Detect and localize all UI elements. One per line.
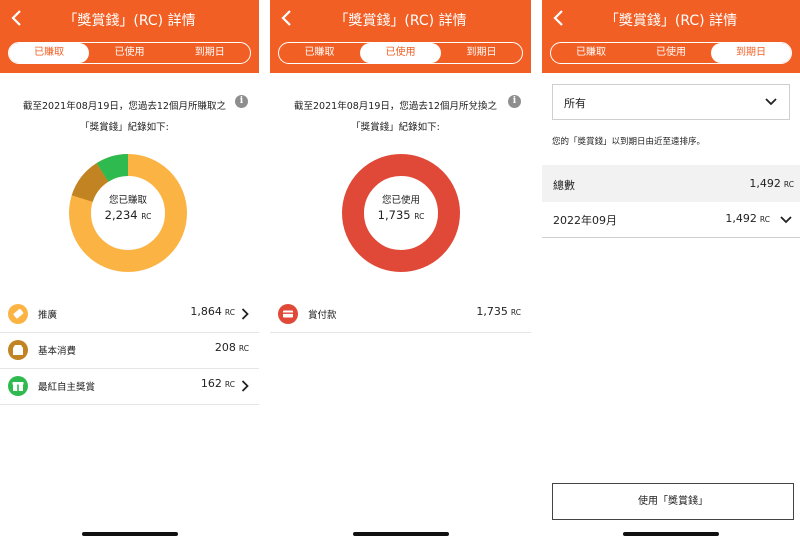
expiry-screen: 「獎賞錢」(RC) 詳情 已賺取 已使用 到期日 所有 您的「獎賞錢」以到期日由… — [542, 0, 800, 542]
donut-center-label: 您已使用 1,735 RC — [361, 194, 441, 224]
row-basic: 基本消費 208 RC — [0, 332, 259, 369]
donut-center-label: 您已賺取 2,234 RC — [88, 194, 168, 224]
donut-caption: 您已使用 — [381, 195, 420, 206]
tab-used[interactable]: 已使用 — [360, 43, 441, 63]
row-label: 賞付款 — [308, 310, 337, 321]
filter-value: 所有 — [564, 97, 586, 110]
chevron-right-icon[interactable] — [241, 380, 249, 392]
row-payment: 賞付款 1,735 RC — [270, 296, 531, 333]
tab-earned[interactable]: 已賺取 — [551, 43, 631, 63]
earned-screen: 「獎賞錢」(RC) 詳情 已賺取 已使用 到期日 截至2021年08月19日，您… — [0, 0, 259, 542]
row-unit: RC — [224, 380, 235, 389]
use-rc-button[interactable]: 使用「獎賞錢」 — [552, 483, 794, 520]
intro-text: 截至2021年08月19日，您過去12個月所兌換之 「獎賞錢」紀錄如下: — [290, 96, 501, 138]
tab-expiry[interactable]: 到期日 — [170, 43, 250, 63]
tab-earned[interactable]: 已賺取 — [9, 43, 90, 63]
chevron-right-icon[interactable] — [241, 308, 249, 320]
tab-bar: 已賺取 已使用 到期日 — [278, 42, 523, 64]
row-value: 162 — [200, 377, 222, 390]
total-label: 總數 — [553, 179, 575, 192]
row-unit: RC — [224, 308, 235, 317]
month-unit: RC — [759, 215, 770, 224]
intro-line-1: 截至2021年08月19日，您過去12個月所兌換之 — [294, 101, 497, 112]
chevron-down-icon[interactable] — [780, 216, 792, 224]
total-unit: RC — [783, 180, 794, 189]
row-promotion[interactable]: 推廣 1,864 RC — [0, 296, 259, 333]
intro-line-1: 截至2021年08月19日，您過去12個月所賺取之 — [23, 101, 226, 112]
tab-expiry[interactable]: 到期日 — [441, 43, 522, 63]
total-value: 1,492 — [749, 177, 781, 190]
donut-total: 1,735 — [377, 208, 411, 222]
row-label: 基本消費 — [38, 346, 77, 357]
row-unit: RC — [238, 344, 249, 353]
home-indicator — [81, 532, 178, 536]
row-unit: RC — [510, 308, 521, 317]
row-value: 1,735 — [476, 305, 508, 318]
home-indicator — [352, 532, 449, 536]
intro-line-2: 「獎賞錢」紀錄如下: — [80, 122, 169, 133]
info-icon[interactable]: i — [235, 95, 248, 108]
chevron-down-icon — [765, 98, 777, 106]
header: 「獎賞錢」(RC) 詳情 已賺取 已使用 到期日 — [270, 0, 531, 73]
month-row[interactable]: 2022年09月 1,492 RC — [542, 202, 800, 238]
donut-unit: RC — [414, 212, 425, 221]
page-title: 「獎賞錢」(RC) 詳情 — [63, 13, 196, 29]
sort-note: 您的「獎賞錢」以到期日由近至遠排序。 — [552, 137, 706, 147]
filter-select[interactable]: 所有 — [552, 84, 790, 120]
tab-bar: 已賺取 已使用 到期日 — [8, 42, 251, 64]
card-icon — [278, 304, 298, 324]
home-indicator — [623, 532, 719, 536]
shop-icon — [8, 340, 28, 360]
gift-icon — [8, 376, 28, 396]
header: 「獎賞錢」(RC) 詳情 已賺取 已使用 到期日 — [0, 0, 259, 73]
row-value: 1,864 — [190, 305, 222, 318]
tab-used[interactable]: 已使用 — [89, 43, 169, 63]
page-title: 「獎賞錢」(RC) 詳情 — [334, 13, 467, 29]
tab-earned[interactable]: 已賺取 — [279, 43, 360, 63]
row-label: 推廣 — [38, 310, 58, 321]
page-title: 「獎賞錢」(RC) 詳情 — [604, 13, 738, 29]
row-label: 最紅自主獎賞 — [38, 382, 96, 393]
tag-icon — [8, 304, 28, 324]
donut-total: 2,234 — [104, 208, 138, 222]
info-icon[interactable]: i — [508, 95, 521, 108]
tab-expiry[interactable]: 到期日 — [711, 43, 791, 63]
row-red-reward[interactable]: 最紅自主獎賞 162 RC — [0, 368, 259, 405]
donut-slice-red-reward — [96, 154, 129, 183]
month-value: 1,492 — [725, 212, 757, 225]
header: 「獎賞錢」(RC) 詳情 已賺取 已使用 到期日 — [542, 0, 800, 73]
tab-used[interactable]: 已使用 — [631, 43, 711, 63]
month-label: 2022年09月 — [553, 214, 617, 227]
used-screen: 「獎賞錢」(RC) 詳情 已賺取 已使用 到期日 截至2021年08月19日，您… — [270, 0, 531, 542]
intro-line-2: 「獎賞錢」紀錄如下: — [351, 122, 440, 133]
total-row: 總數 1,492 RC — [542, 165, 800, 202]
row-value: 208 — [214, 341, 236, 354]
donut-caption: 您已賺取 — [108, 195, 147, 206]
donut-unit: RC — [141, 212, 152, 221]
tab-bar: 已賺取 已使用 到期日 — [550, 42, 792, 64]
intro-text: 截至2021年08月19日，您過去12個月所賺取之 「獎賞錢」紀錄如下: — [20, 96, 229, 138]
